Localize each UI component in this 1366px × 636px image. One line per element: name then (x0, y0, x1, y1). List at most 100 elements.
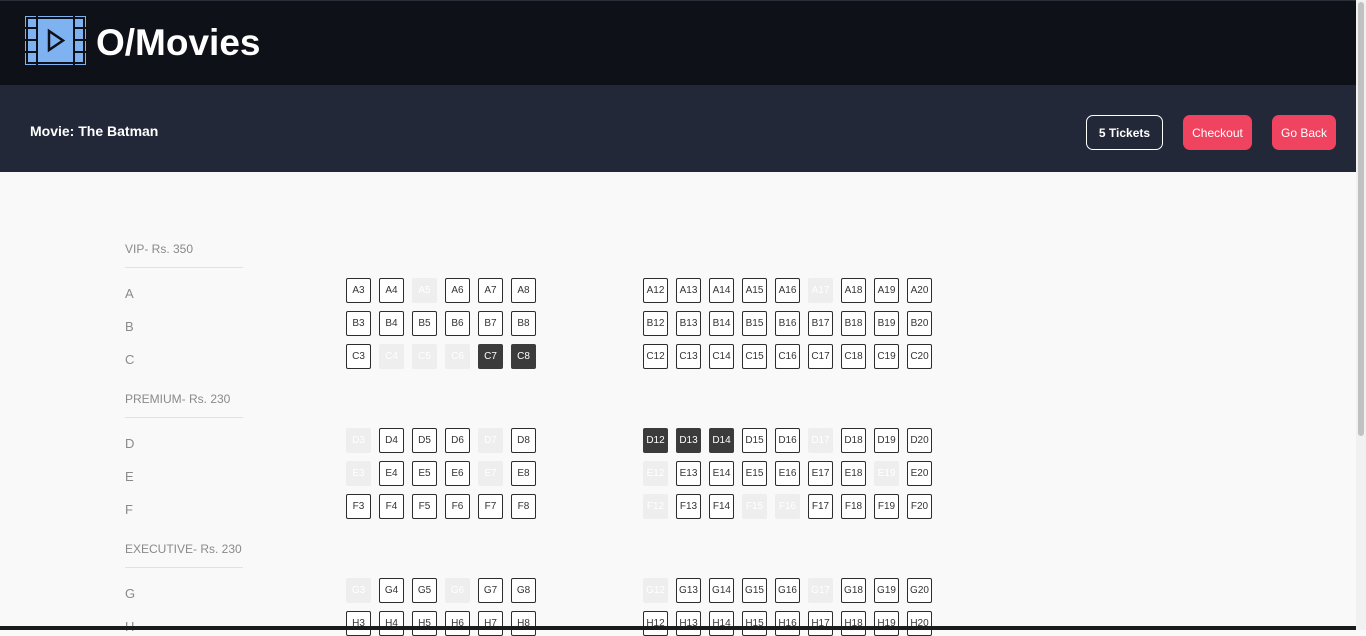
seat-available[interactable]: D16 (775, 428, 800, 453)
seat-available[interactable]: F14 (709, 494, 734, 519)
seat-available[interactable]: B14 (709, 311, 734, 336)
seat-available[interactable]: E13 (676, 461, 701, 486)
seat-available[interactable]: G16 (775, 578, 800, 603)
seat-available[interactable]: F17 (808, 494, 833, 519)
tickets-count-button[interactable]: 5 Tickets (1086, 115, 1163, 150)
seat-available[interactable]: F20 (907, 494, 932, 519)
seat-available[interactable]: G8 (511, 578, 536, 603)
seat-available[interactable]: H12 (643, 611, 668, 636)
seat-available[interactable]: C14 (709, 344, 734, 369)
seat-available[interactable]: A7 (478, 278, 503, 303)
seat-available[interactable]: G7 (478, 578, 503, 603)
seat-available[interactable]: C16 (775, 344, 800, 369)
seat-available[interactable]: G14 (709, 578, 734, 603)
film-play-icon[interactable] (25, 16, 86, 65)
seat-available[interactable]: E5 (412, 461, 437, 486)
seat-available[interactable]: B18 (841, 311, 866, 336)
seat-available[interactable]: E6 (445, 461, 470, 486)
seat-available[interactable]: H6 (445, 611, 470, 636)
seat-available[interactable]: D18 (841, 428, 866, 453)
seat-available[interactable]: H8 (511, 611, 536, 636)
seat-available[interactable]: A16 (775, 278, 800, 303)
seat-available[interactable]: A19 (874, 278, 899, 303)
seat-available[interactable]: H18 (841, 611, 866, 636)
seat-available[interactable]: C20 (907, 344, 932, 369)
seat-available[interactable]: A15 (742, 278, 767, 303)
seat-available[interactable]: D19 (874, 428, 899, 453)
seat-selected[interactable]: C8 (511, 344, 536, 369)
seat-available[interactable]: B17 (808, 311, 833, 336)
seat-selected[interactable]: D14 (709, 428, 734, 453)
seat-available[interactable]: A14 (709, 278, 734, 303)
seat-available[interactable]: H15 (742, 611, 767, 636)
checkout-button[interactable]: Checkout (1183, 115, 1252, 150)
seat-available[interactable]: F4 (379, 494, 404, 519)
seat-available[interactable]: A20 (907, 278, 932, 303)
seat-available[interactable]: G19 (874, 578, 899, 603)
seat-available[interactable]: C17 (808, 344, 833, 369)
seat-available[interactable]: C13 (676, 344, 701, 369)
seat-available[interactable]: B6 (445, 311, 470, 336)
seat-available[interactable]: B20 (907, 311, 932, 336)
seat-available[interactable]: F6 (445, 494, 470, 519)
seat-available[interactable]: F18 (841, 494, 866, 519)
seat-available[interactable]: C19 (874, 344, 899, 369)
seat-available[interactable]: H4 (379, 611, 404, 636)
seat-available[interactable]: B4 (379, 311, 404, 336)
vertical-scrollbar[interactable] (1356, 0, 1366, 630)
scrollbar-thumb[interactable] (1358, 2, 1364, 436)
seat-available[interactable]: C15 (742, 344, 767, 369)
seat-available[interactable]: A12 (643, 278, 668, 303)
seat-available[interactable]: H13 (676, 611, 701, 636)
seat-available[interactable]: E16 (775, 461, 800, 486)
seat-available[interactable]: H14 (709, 611, 734, 636)
seat-available[interactable]: E14 (709, 461, 734, 486)
seat-available[interactable]: G15 (742, 578, 767, 603)
seat-available[interactable]: G5 (412, 578, 437, 603)
seat-available[interactable]: B12 (643, 311, 668, 336)
go-back-button[interactable]: Go Back (1272, 115, 1336, 150)
seat-available[interactable]: H16 (775, 611, 800, 636)
seat-available[interactable]: D8 (511, 428, 536, 453)
seat-available[interactable]: A13 (676, 278, 701, 303)
seat-available[interactable]: E18 (841, 461, 866, 486)
seat-available[interactable]: B13 (676, 311, 701, 336)
seat-selected[interactable]: D12 (643, 428, 668, 453)
seat-selected[interactable]: C7 (478, 344, 503, 369)
seat-available[interactable]: F7 (478, 494, 503, 519)
seat-available[interactable]: F19 (874, 494, 899, 519)
seat-available[interactable]: F5 (412, 494, 437, 519)
seat-available[interactable]: H19 (874, 611, 899, 636)
seat-available[interactable]: G18 (841, 578, 866, 603)
seat-selected[interactable]: D13 (676, 428, 701, 453)
seat-available[interactable]: F3 (346, 494, 371, 519)
seat-available[interactable]: E17 (808, 461, 833, 486)
seat-available[interactable]: H17 (808, 611, 833, 636)
seat-available[interactable]: C18 (841, 344, 866, 369)
seat-available[interactable]: G13 (676, 578, 701, 603)
seat-available[interactable]: D4 (379, 428, 404, 453)
seat-available[interactable]: B7 (478, 311, 503, 336)
seat-available[interactable]: E4 (379, 461, 404, 486)
seat-available[interactable]: B8 (511, 311, 536, 336)
seat-available[interactable]: A18 (841, 278, 866, 303)
seat-available[interactable]: H3 (346, 611, 371, 636)
seat-available[interactable]: A8 (511, 278, 536, 303)
seat-available[interactable]: G20 (907, 578, 932, 603)
seat-available[interactable]: D15 (742, 428, 767, 453)
seat-available[interactable]: A6 (445, 278, 470, 303)
seat-available[interactable]: F8 (511, 494, 536, 519)
seat-available[interactable]: D20 (907, 428, 932, 453)
seat-available[interactable]: B19 (874, 311, 899, 336)
brand-name[interactable]: O/Movies (96, 21, 261, 65)
seat-available[interactable]: E20 (907, 461, 932, 486)
seat-available[interactable]: C3 (346, 344, 371, 369)
seat-available[interactable]: E8 (511, 461, 536, 486)
seat-available[interactable]: H7 (478, 611, 503, 636)
seat-available[interactable]: G4 (379, 578, 404, 603)
seat-available[interactable]: C12 (643, 344, 668, 369)
seat-available[interactable]: E15 (742, 461, 767, 486)
seat-available[interactable]: B15 (742, 311, 767, 336)
seat-available[interactable]: H5 (412, 611, 437, 636)
seat-available[interactable]: H20 (907, 611, 932, 636)
